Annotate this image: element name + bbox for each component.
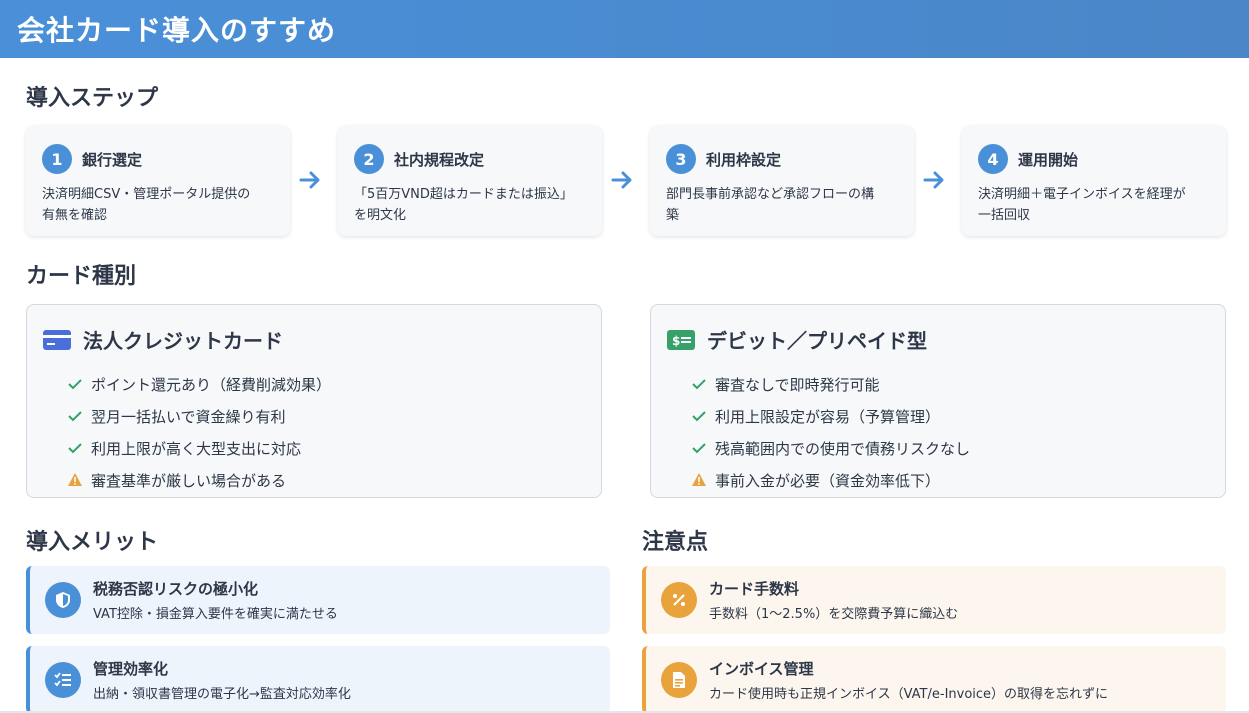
- check-icon: [68, 443, 82, 454]
- svg-text:$: $: [672, 334, 680, 348]
- cautions-section-title: 注意点: [642, 530, 709, 555]
- step-number-badge: 2: [354, 144, 384, 174]
- credit-card-icon: [43, 329, 71, 350]
- step-desc-line: 有無を確認: [42, 208, 108, 223]
- merits-section-title: 導入メリット: [26, 530, 159, 555]
- feature-text: 事前入金が必要（資金効率低下）: [715, 471, 941, 490]
- page-title: 会社カード導入のすすめ: [17, 14, 337, 47]
- page-header: 会社カード導入のすすめ: [0, 0, 1249, 58]
- feature-text: ポイント還元あり（経費削減効果）: [91, 375, 332, 394]
- feature-item: 事前入金が必要（資金効率低下）: [691, 464, 1209, 496]
- step-desc-line: を明文化: [354, 208, 407, 223]
- card-types-section-title: カード種別: [26, 264, 137, 289]
- caution-description: カード使用時も正規インボイス（VAT/e-Invoice）の取得を忘れずに: [709, 687, 1109, 702]
- step-desc-line: 一括回収: [978, 208, 1031, 223]
- money-bill-icon: $: [667, 329, 695, 350]
- feature-text: 利用上限が高く大型支出に対応: [91, 439, 302, 458]
- feature-item: ポイント還元あり（経費削減効果）: [67, 368, 585, 400]
- step-desc-line: 決済明細CSV・管理ポータル提供の: [42, 187, 251, 202]
- card-type-title: デビット／プリペイド型: [707, 329, 927, 353]
- check-icon: [68, 411, 82, 422]
- merit-title: 管理効率化: [93, 660, 169, 678]
- step-card-2: 2 社内規程改定 「5百万VND超はカードまたは振込」 を明文化: [338, 126, 602, 236]
- feature-text: 翌月一括払いで資金繰り有利: [91, 407, 286, 426]
- feature-list: ポイント還元あり（経費削減効果） 翌月一括払いで資金繰り有利 利用上限が高く大型…: [43, 368, 585, 496]
- feature-item: 審査なしで即時発行可能: [691, 368, 1209, 400]
- step-title: 利用枠設定: [706, 150, 782, 169]
- merit-description: VAT控除・損金算入要件を確実に満たせる: [93, 607, 338, 622]
- check-icon: [692, 411, 706, 422]
- credit-card-panel: 法人クレジットカード ポイント還元あり（経費削減効果） 翌月一括払いで資金繰り有…: [26, 304, 602, 498]
- step-desc-line: 部門長事前承認など承認フローの構: [666, 187, 875, 202]
- arrow-right-icon: [923, 171, 944, 189]
- feature-item: 翌月一括払いで資金繰り有利: [67, 400, 585, 432]
- warning-icon: [68, 473, 82, 486]
- card-type-title: 法人クレジットカード: [83, 329, 283, 353]
- arrow-right-icon: [611, 171, 632, 189]
- step-desc-line: 「5百万VND超はカードまたは振込」: [354, 187, 573, 202]
- step-title: 銀行選定: [82, 150, 143, 169]
- step-title: 社内規程改定: [394, 150, 485, 169]
- step-number-badge: 1: [42, 144, 72, 174]
- caution-title: インボイス管理: [709, 660, 814, 678]
- step-card-1: 1 銀行選定 決済明細CSV・管理ポータル提供の 有無を確認: [26, 126, 290, 236]
- caution-title: カード手数料: [709, 580, 800, 598]
- document-icon: [661, 662, 697, 698]
- percent-icon: [661, 582, 697, 618]
- step-number-badge: 4: [978, 144, 1008, 174]
- merit-description: 出納・領収書管理の電子化→監査対応効率化: [93, 687, 351, 702]
- caution-card: カード手数料 手数料（1〜2.5%）を交際費予算に織込む: [642, 566, 1226, 634]
- merit-title: 税務否認リスクの極小化: [93, 580, 259, 598]
- step-title: 運用開始: [1018, 150, 1079, 169]
- feature-text: 利用上限設定が容易（予算管理）: [715, 407, 941, 426]
- caution-description: 手数料（1〜2.5%）を交際費予算に織込む: [709, 607, 959, 622]
- feature-item: 利用上限が高く大型支出に対応: [67, 432, 585, 464]
- step-description: 決済明細CSV・管理ポータル提供の 有無を確認: [42, 184, 274, 226]
- feature-item: 審査基準が厳しい場合がある: [67, 464, 585, 496]
- feature-text: 審査基準が厳しい場合がある: [91, 471, 287, 490]
- step-desc-line: 築: [666, 208, 680, 223]
- step-description: 部門長事前承認など承認フローの構 築: [666, 184, 898, 226]
- debit-prepaid-panel: $ デビット／プリペイド型 審査なしで即時発行可能 利用上限設定が容易（予算管理…: [650, 304, 1226, 498]
- feature-text: 審査なしで即時発行可能: [715, 375, 880, 394]
- arrow-right-icon: [299, 171, 320, 189]
- check-icon: [692, 379, 706, 390]
- caution-card: インボイス管理 カード使用時も正規インボイス（VAT/e-Invoice）の取得…: [642, 646, 1226, 713]
- steps-section-title: 導入ステップ: [26, 86, 159, 111]
- step-description: 決済明細＋電子インボイスを経理が 一括回収: [978, 184, 1210, 226]
- merit-card: 管理効率化 出納・領収書管理の電子化→監査対応効率化: [26, 646, 610, 713]
- step-card-3: 3 利用枠設定 部門長事前承認など承認フローの構 築: [650, 126, 914, 236]
- feature-item: 残高範囲内での使用で債務リスクなし: [691, 432, 1209, 464]
- feature-item: 利用上限設定が容易（予算管理）: [691, 400, 1209, 432]
- feature-text: 残高範囲内での使用で債務リスクなし: [715, 439, 971, 458]
- check-icon: [68, 379, 82, 390]
- feature-list: 審査なしで即時発行可能 利用上限設定が容易（予算管理） 残高範囲内での使用で債務…: [667, 368, 1209, 496]
- shield-icon: [45, 582, 81, 618]
- merit-card: 税務否認リスクの極小化 VAT控除・損金算入要件を確実に満たせる: [26, 566, 610, 634]
- step-description: 「5百万VND超はカードまたは振込」 を明文化: [354, 184, 586, 226]
- check-icon: [692, 443, 706, 454]
- step-desc-line: 決済明細＋電子インボイスを経理が: [978, 187, 1186, 202]
- warning-icon: [692, 473, 706, 486]
- step-card-4: 4 運用開始 決済明細＋電子インボイスを経理が 一括回収: [962, 126, 1226, 236]
- step-number-badge: 3: [666, 144, 696, 174]
- checklist-icon: [45, 662, 81, 698]
